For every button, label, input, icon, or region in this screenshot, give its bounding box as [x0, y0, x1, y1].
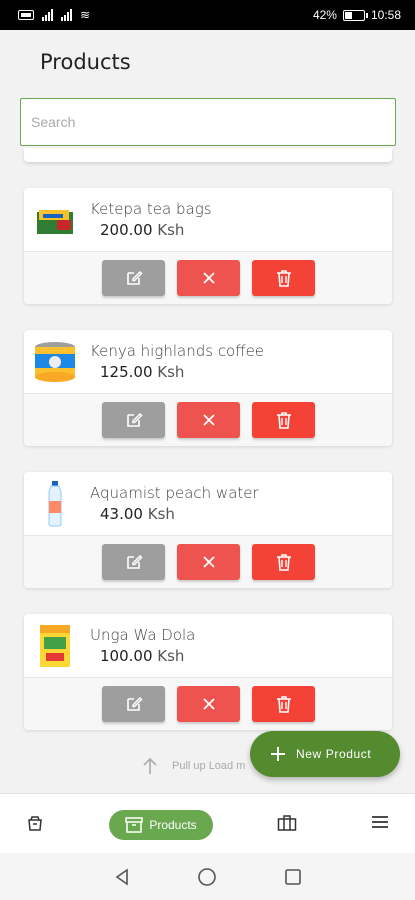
price-currency: Ksh: [147, 505, 175, 523]
product-card[interactable]: Aquamist peach water 43.00 Ksh: [24, 472, 392, 588]
page-title: Products: [40, 50, 131, 74]
close-icon: [202, 272, 215, 284]
product-price: 43.00 Ksh: [100, 505, 259, 523]
edit-button[interactable]: [102, 686, 165, 722]
cancel-button[interactable]: [177, 260, 240, 296]
product-card[interactable]: Ketepa tea bags 200.00 Ksh: [24, 188, 392, 304]
product-name: Aquamist peach water: [90, 484, 259, 502]
price-currency: Ksh: [157, 221, 185, 239]
back-icon[interactable]: [113, 867, 131, 886]
bottom-tab-bar: Products: [0, 793, 415, 853]
edit-icon: [126, 270, 143, 285]
tab-store[interactable]: [26, 814, 44, 832]
tab-products-label: Products: [149, 818, 197, 832]
status-left: ≋: [18, 8, 90, 22]
card-actions: [24, 252, 392, 304]
briefcase-icon: [277, 815, 297, 831]
price-value: 100.00: [100, 647, 153, 665]
edit-icon: [126, 412, 143, 427]
plus-icon: [271, 747, 285, 761]
trash-icon: [276, 412, 291, 429]
delete-button[interactable]: [252, 544, 315, 580]
price-value: 125.00: [100, 363, 153, 381]
cancel-button[interactable]: [177, 544, 240, 580]
price-value: 43.00: [100, 505, 143, 523]
product-name: Ketepa tea bags: [90, 200, 212, 218]
signal-icon: [42, 9, 53, 21]
product-price: 125.00 Ksh: [100, 363, 264, 381]
close-icon: [202, 698, 215, 710]
card-actions: [24, 678, 392, 730]
product-card[interactable]: Unga Wa Dola 100.00 Ksh: [24, 614, 392, 730]
new-product-button[interactable]: New Product: [250, 731, 400, 777]
trash-icon: [276, 270, 291, 287]
trash-icon: [276, 554, 291, 571]
product-price: 200.00 Ksh: [100, 221, 212, 239]
clock: 10:58: [370, 8, 401, 22]
water-bottle-icon: [32, 480, 78, 527]
partial-card: [24, 148, 392, 162]
product-card[interactable]: Kenya highlands coffee 125.00 Ksh: [24, 330, 392, 446]
recents-icon[interactable]: [284, 868, 302, 886]
edit-button[interactable]: [102, 402, 165, 438]
product-header: Unga Wa Dola 100.00 Ksh: [24, 614, 392, 678]
close-icon: [202, 556, 215, 568]
status-right: 42% 10:58: [313, 8, 401, 22]
price-currency: Ksh: [157, 647, 185, 665]
product-header: Kenya highlands coffee 125.00 Ksh: [24, 330, 392, 394]
product-list: Ketepa tea bags 200.00 Ksh Kenya highlan…: [24, 188, 392, 756]
arrow-up-icon: [143, 757, 157, 774]
product-name: Kenya highlands coffee: [90, 342, 265, 360]
delete-button[interactable]: [252, 260, 315, 296]
price-value: 200.00: [100, 221, 153, 239]
store-icon: [28, 816, 42, 831]
edit-icon: [126, 696, 143, 711]
box-icon: [125, 817, 144, 833]
battery-icon: [342, 9, 368, 21]
home-icon[interactable]: [197, 867, 217, 887]
product-price: 100.00 Ksh: [100, 647, 195, 665]
edit-icon: [126, 554, 143, 569]
signal-icon-2: [61, 9, 72, 21]
flour-pack-icon: [32, 623, 78, 669]
product-header: Ketepa tea bags 200.00 Ksh: [24, 188, 392, 252]
new-product-label: New Product: [296, 747, 372, 761]
price-currency: Ksh: [157, 363, 185, 381]
cancel-button[interactable]: [177, 402, 240, 438]
delete-button[interactable]: [252, 686, 315, 722]
status-bar: ≋ 42% 10:58: [0, 0, 415, 30]
card-actions: [24, 536, 392, 588]
app-content: Products Ketepa tea bags 200.00 Ksh: [0, 30, 415, 793]
delete-button[interactable]: [252, 402, 315, 438]
sim-icon: [18, 10, 34, 20]
cancel-button[interactable]: [177, 686, 240, 722]
search-input[interactable]: [20, 98, 396, 146]
close-icon: [202, 414, 215, 426]
tab-products[interactable]: Products: [109, 810, 213, 840]
edit-button[interactable]: [102, 260, 165, 296]
pull-up-hint[interactable]: Pull up Load m: [142, 757, 245, 775]
card-actions: [24, 394, 392, 446]
edit-button[interactable]: [102, 544, 165, 580]
coffee-tin-icon: [32, 339, 78, 385]
tab-menu[interactable]: [371, 815, 389, 829]
product-name: Unga Wa Dola: [90, 626, 196, 644]
wifi-icon: ≋: [80, 8, 91, 22]
pull-up-text: Pull up Load m: [172, 760, 246, 772]
menu-icon: [372, 816, 388, 828]
battery-percent: 42%: [312, 8, 337, 22]
tab-business[interactable]: [277, 814, 297, 832]
system-nav-bar: [0, 853, 415, 900]
product-header: Aquamist peach water 43.00 Ksh: [24, 472, 392, 536]
trash-icon: [276, 696, 291, 713]
tea-box-icon: [32, 197, 78, 243]
